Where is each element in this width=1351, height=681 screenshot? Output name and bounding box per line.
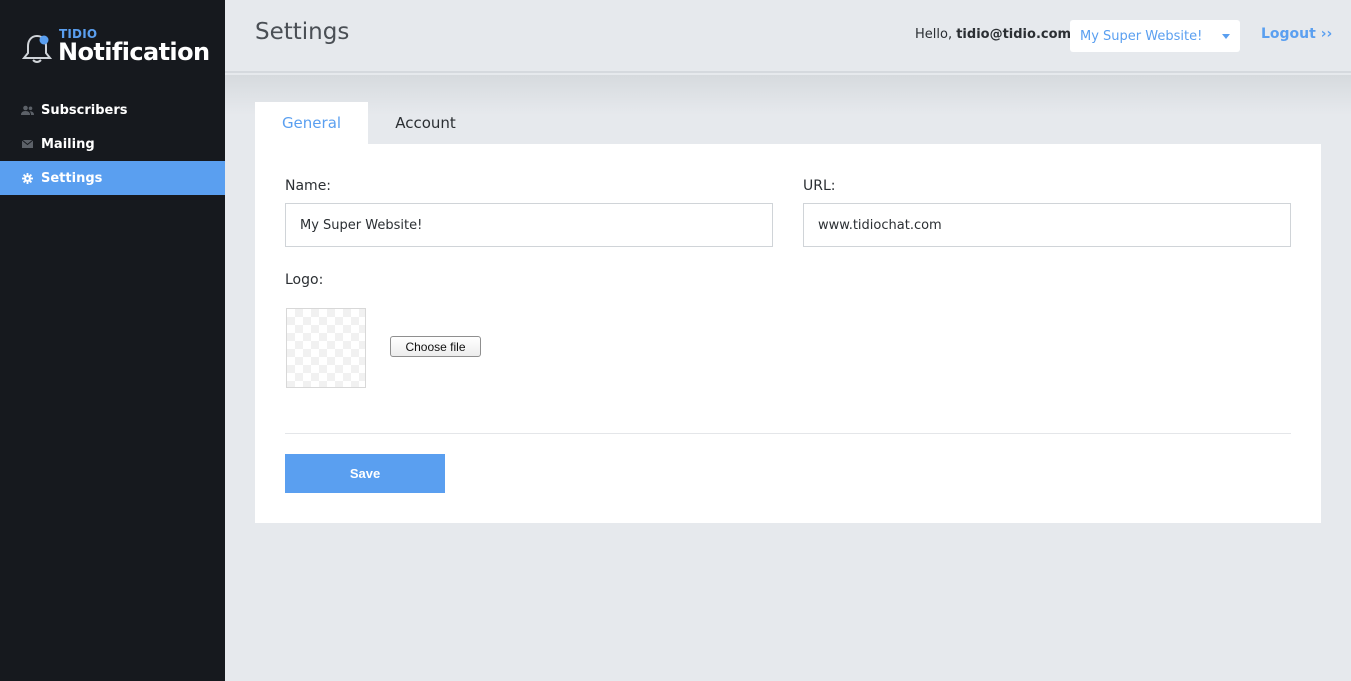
save-button[interactable]: Save [285,454,445,493]
logo-preview [286,308,366,388]
sidebar-item-label: Subscribers [41,102,128,118]
sidebar: TIDIO Notification Subscribers Mailing S… [0,0,225,681]
sidebar-nav: Subscribers Mailing Settings [0,93,225,195]
website-select[interactable]: My Super Website! [1070,20,1240,52]
user-greeting: Hello, tidio@tidio.com [915,27,1071,42]
form-divider [285,433,1291,434]
brand-title: Notification [58,38,210,66]
sidebar-item-subscribers[interactable]: Subscribers [0,93,225,127]
name-label: Name: [285,178,332,194]
user-email: tidio@tidio.com [956,27,1072,42]
chevron-down-icon [1222,34,1230,39]
sidebar-item-mailing[interactable]: Mailing [0,127,225,161]
envelope-icon [20,137,34,151]
settings-card: Name: URL: Logo: Choose file Save [255,144,1321,523]
url-input[interactable] [803,203,1291,247]
url-label: URL: [803,178,836,194]
logout-link[interactable]: Logout ›› [1261,26,1332,42]
tab-general[interactable]: General [255,102,368,144]
website-select-value: My Super Website! [1080,28,1203,44]
logo-label: Logo: [285,272,324,288]
users-icon [20,103,34,117]
gear-icon [20,171,34,185]
bell-icon [22,34,52,63]
page-title: Settings [255,19,350,45]
top-header: Settings Hello, tidio@tidio.com My Super… [225,0,1351,73]
sidebar-item-settings[interactable]: Settings [0,161,225,195]
sidebar-item-label: Settings [41,170,103,186]
tab-account[interactable]: Account [368,102,483,144]
greeting-prefix: Hello, [915,27,957,42]
name-input[interactable] [285,203,773,247]
sidebar-item-label: Mailing [41,136,95,152]
brand-logo[interactable]: TIDIO Notification [22,28,222,68]
choose-file-button[interactable]: Choose file [390,336,481,357]
